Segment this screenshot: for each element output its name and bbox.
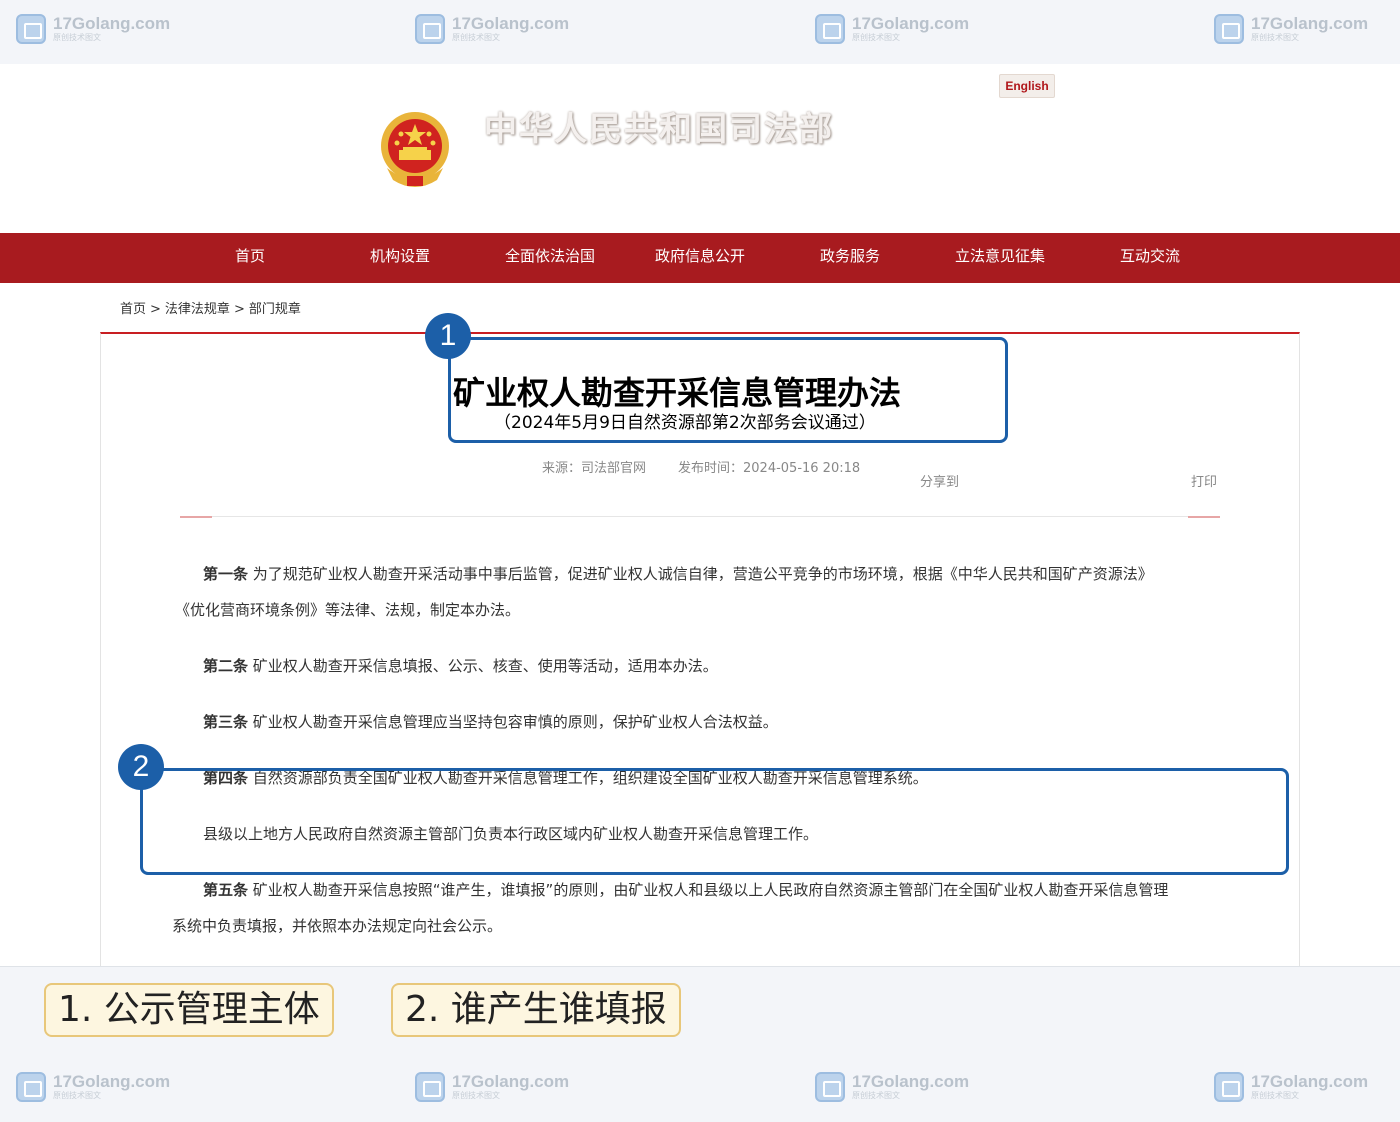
watermark: 17Golang.com 原创技术图文 bbox=[815, 14, 969, 44]
article-text: 矿业权人勘查开采信息按照“谁产生，谁填报”的原则，由矿业权人和县级以上人民政府自… bbox=[248, 881, 1169, 899]
site-title: 中华人民共和国司法部 bbox=[484, 109, 834, 148]
watermark-site: 17Golang.com bbox=[452, 14, 570, 33]
divider-accent-right bbox=[1188, 516, 1220, 518]
watermark: 17Golang.com 原创技术图文 bbox=[415, 1072, 569, 1102]
watermark-sub: 原创技术图文 bbox=[452, 1091, 500, 1100]
divider-accent-left bbox=[180, 516, 212, 518]
nav-item-home[interactable]: 首页 bbox=[175, 233, 325, 283]
article-clause-heading: 第五条 bbox=[203, 881, 249, 899]
breadcrumb-home[interactable]: 首页 bbox=[120, 302, 146, 317]
article-text: 为了规范矿业权人勘查开采活动事中事后监管，促进矿业权人诚信自律，营造公平竞争的市… bbox=[248, 565, 1153, 583]
article-text: 系统中负责填报，并依照本办法规定向社会公示。 bbox=[172, 917, 503, 935]
article-paragraph-3: 第三条 矿业权人勘查开采信息管理应当坚持包容审慎的原则，保护矿业权人合法权益。 bbox=[203, 704, 778, 740]
nav-item-rule-of-law[interactable]: 全面依法治国 bbox=[475, 233, 625, 283]
watermark-logo-icon bbox=[415, 14, 445, 44]
highlight-box-1 bbox=[448, 337, 1008, 443]
nav-item-legislation[interactable]: 立法意见征集 bbox=[925, 233, 1075, 283]
article-paragraph-1: 第一条 为了规范矿业权人勘查开采活动事中事后监管，促进矿业权人诚信自律，营造公平… bbox=[203, 556, 1153, 592]
annotation-tag-1: 1. 公示管理主体 bbox=[44, 983, 334, 1037]
article-text: 矿业权人勘查开采信息管理应当坚持包容审慎的原则，保护矿业权人合法权益。 bbox=[248, 713, 778, 731]
watermark-sub: 原创技术图文 bbox=[852, 33, 900, 42]
watermark-strip-bottom: 17Golang.com 原创技术图文 17Golang.com 原创技术图文 17… bbox=[0, 1058, 1400, 1122]
nav-item-gov-info[interactable]: 政府信息公开 bbox=[625, 233, 775, 283]
breadcrumb-dept-rules[interactable]: 部门规章 bbox=[249, 302, 301, 317]
watermark: 17Golang.com 原创技术图文 bbox=[16, 1072, 170, 1102]
watermark-sub: 原创技术图文 bbox=[53, 1091, 101, 1100]
article-clause-heading: 第三条 bbox=[203, 713, 249, 731]
watermark-sub: 原创技术图文 bbox=[852, 1091, 900, 1100]
highlight-badge-2: 2 bbox=[118, 744, 164, 790]
site-header: 中华人民共和国司法部 English bbox=[0, 64, 1400, 233]
nav-item-interaction[interactable]: 互动交流 bbox=[1075, 233, 1225, 283]
watermark-logo-icon bbox=[815, 14, 845, 44]
breadcrumb: 首页 > 法律法规章 > 部门规章 bbox=[120, 298, 305, 317]
watermark-site: 17Golang.com bbox=[852, 14, 970, 33]
article-publish-time: 发布时间：2024-05-16 20:18 bbox=[678, 461, 861, 476]
watermark: 17Golang.com 原创技术图文 bbox=[415, 14, 569, 44]
watermark: 17Golang.com 原创技术图文 bbox=[815, 1072, 969, 1102]
watermark-logo-icon bbox=[1214, 1072, 1244, 1102]
watermark-sub: 原创技术图文 bbox=[1251, 1091, 1299, 1100]
breadcrumb-separator: > bbox=[233, 302, 245, 317]
english-button[interactable]: English bbox=[999, 74, 1055, 98]
article-clause-heading: 第二条 bbox=[203, 657, 249, 675]
article-text: 《优化营商环境条例》等法律、法规，制定本办法。 bbox=[175, 601, 521, 619]
national-emblem-icon bbox=[381, 112, 449, 187]
watermark-strip-top: 17Golang.com 原创技术图文 17Golang.com 原创技术图文 17… bbox=[0, 0, 1400, 64]
highlight-box-2 bbox=[140, 768, 1289, 875]
watermark-site: 17Golang.com bbox=[1251, 1072, 1369, 1091]
watermark-sub: 原创技术图文 bbox=[53, 33, 101, 42]
watermark-site: 17Golang.com bbox=[852, 1072, 970, 1091]
main-nav: 首页 机构设置 全面依法治国 政府信息公开 政务服务 立法意见征集 互动交流 bbox=[0, 233, 1400, 283]
nav-item-organization[interactable]: 机构设置 bbox=[325, 233, 475, 283]
watermark-site: 17Golang.com bbox=[1251, 14, 1369, 33]
annotation-tag-2: 2. 谁产生谁填报 bbox=[391, 983, 681, 1037]
breadcrumb-separator: > bbox=[150, 302, 161, 317]
watermark-logo-icon bbox=[415, 1072, 445, 1102]
watermark-logo-icon bbox=[16, 1072, 46, 1102]
watermark-site: 17Golang.com bbox=[53, 1072, 171, 1091]
watermark-logo-icon bbox=[16, 14, 46, 44]
watermark-sub: 原创技术图文 bbox=[1251, 33, 1299, 42]
article-paragraph-5-cont: 系统中负责填报，并依照本办法规定向社会公示。 bbox=[172, 908, 502, 944]
article-clause-heading: 第一条 bbox=[203, 565, 249, 583]
article-paragraph-1-cont: 《优化营商环境条例》等法律、法规，制定本办法。 bbox=[175, 592, 520, 628]
watermark-sub: 原创技术图文 bbox=[452, 33, 500, 42]
watermark: 17Golang.com 原创技术图文 bbox=[1214, 1072, 1368, 1102]
watermark-logo-icon bbox=[815, 1072, 845, 1102]
watermark: 17Golang.com 原创技术图文 bbox=[16, 14, 170, 44]
article-paragraph-2: 第二条 矿业权人勘查开采信息填报、公示、核查、使用等活动，适用本办法。 bbox=[203, 648, 718, 684]
breadcrumb-laws[interactable]: 法律法规章 bbox=[165, 302, 230, 317]
share-label[interactable]: 分享到 bbox=[920, 471, 959, 490]
highlight-badge-1: 1 bbox=[425, 313, 471, 359]
nav-item-services[interactable]: 政务服务 bbox=[775, 233, 925, 283]
print-button[interactable]: 打印 bbox=[1191, 471, 1217, 490]
article-divider bbox=[180, 516, 1220, 517]
watermark-site: 17Golang.com bbox=[452, 1072, 570, 1091]
article-text: 矿业权人勘查开采信息填报、公示、核查、使用等活动，适用本办法。 bbox=[248, 657, 718, 675]
watermark-logo-icon bbox=[1214, 14, 1244, 44]
article-source: 来源：司法部官网 bbox=[542, 461, 647, 476]
watermark-site: 17Golang.com bbox=[53, 14, 171, 33]
article-paragraph-5: 第五条 矿业权人勘查开采信息按照“谁产生，谁填报”的原则，由矿业权人和县级以上人… bbox=[203, 872, 1168, 908]
watermark: 17Golang.com 原创技术图文 bbox=[1214, 14, 1368, 44]
